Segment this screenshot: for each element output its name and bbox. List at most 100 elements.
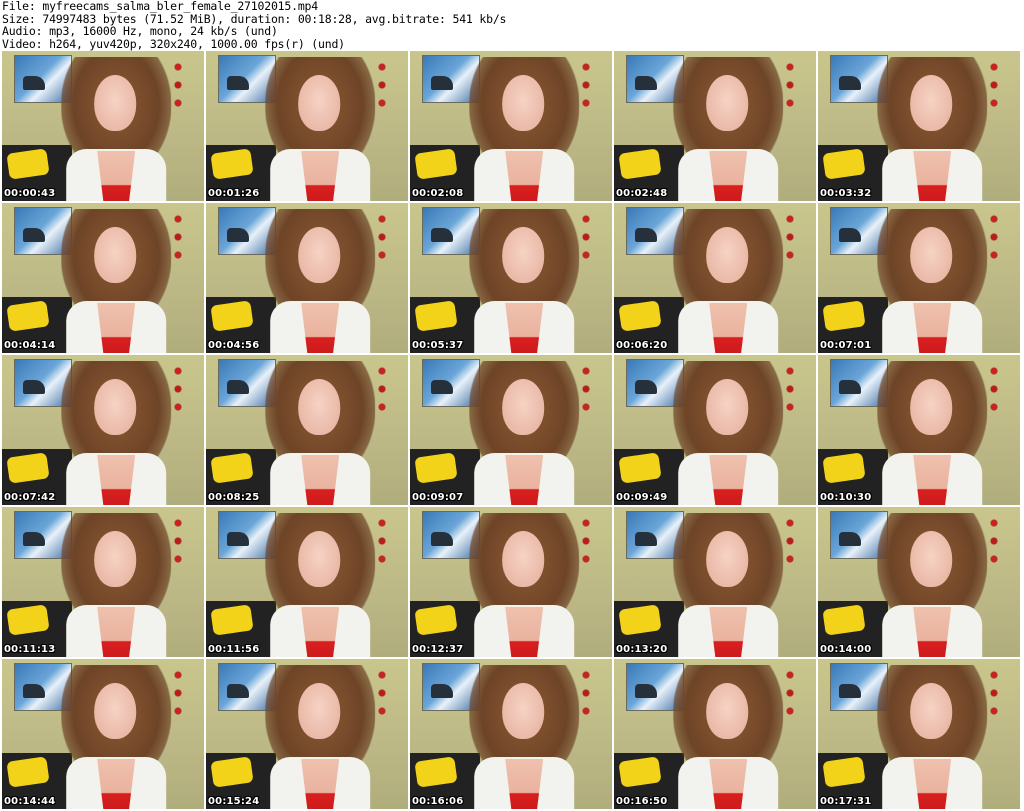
face xyxy=(502,227,545,283)
video-thumbnail[interactable]: 00:08:25 xyxy=(206,355,408,505)
person xyxy=(877,361,988,505)
red-top xyxy=(97,151,136,201)
video-thumbnail[interactable]: 00:02:08 xyxy=(410,51,612,201)
red-top xyxy=(709,607,748,657)
face xyxy=(910,75,953,131)
yellow-pillow xyxy=(618,148,662,180)
face xyxy=(298,531,341,587)
red-plant xyxy=(786,55,794,115)
yellow-pillow xyxy=(618,300,662,332)
person xyxy=(673,361,784,505)
red-plant xyxy=(990,663,998,723)
video-thumbnail[interactable]: 00:00:43 xyxy=(2,51,204,201)
red-top xyxy=(301,607,340,657)
person xyxy=(673,513,784,657)
video-thumbnail[interactable]: 00:16:50 xyxy=(614,659,816,809)
red-top xyxy=(301,151,340,201)
thumbnail-timestamp: 00:04:14 xyxy=(4,340,56,351)
thumbnail-timestamp: 00:16:06 xyxy=(412,796,464,807)
person xyxy=(61,361,172,505)
video-thumbnail[interactable]: 00:14:00 xyxy=(818,507,1020,657)
red-top xyxy=(709,759,748,809)
video-thumbnail[interactable]: 00:17:31 xyxy=(818,659,1020,809)
red-plant xyxy=(990,359,998,419)
red-plant xyxy=(990,511,998,571)
face xyxy=(94,683,137,739)
yellow-pillow xyxy=(414,148,458,180)
person xyxy=(877,57,988,201)
red-top xyxy=(97,455,136,505)
red-plant xyxy=(786,663,794,723)
face xyxy=(910,683,953,739)
video-thumbnail[interactable]: 00:04:14 xyxy=(2,203,204,353)
person xyxy=(61,209,172,353)
video-thumbnail[interactable]: 00:07:42 xyxy=(2,355,204,505)
thumbnail-timestamp: 00:00:43 xyxy=(4,188,56,199)
video-thumbnail[interactable]: 00:11:13 xyxy=(2,507,204,657)
video-thumbnail[interactable]: 00:10:30 xyxy=(818,355,1020,505)
face xyxy=(298,683,341,739)
video-thumbnail[interactable]: 00:11:56 xyxy=(206,507,408,657)
video-thumbnail[interactable]: 00:16:06 xyxy=(410,659,612,809)
yellow-pillow xyxy=(210,604,254,636)
person xyxy=(61,57,172,201)
red-plant xyxy=(378,359,386,419)
face xyxy=(298,75,341,131)
thumbnail-timestamp: 00:12:37 xyxy=(412,644,464,655)
thumbnail-timestamp: 00:06:20 xyxy=(616,340,668,351)
video-thumbnail[interactable]: 00:01:26 xyxy=(206,51,408,201)
yellow-pillow xyxy=(6,148,50,180)
red-plant xyxy=(174,359,182,419)
yellow-pillow xyxy=(6,300,50,332)
person xyxy=(469,209,580,353)
person xyxy=(877,665,988,809)
video-thumbnail[interactable]: 00:03:32 xyxy=(818,51,1020,201)
red-plant xyxy=(378,663,386,723)
yellow-pillow xyxy=(618,604,662,636)
person xyxy=(673,57,784,201)
red-plant xyxy=(582,359,590,419)
person xyxy=(469,57,580,201)
video-thumbnail[interactable]: 00:12:37 xyxy=(410,507,612,657)
person xyxy=(265,513,376,657)
face xyxy=(706,379,749,435)
video-thumbnail[interactable]: 00:14:44 xyxy=(2,659,204,809)
video-thumbnail[interactable]: 00:09:07 xyxy=(410,355,612,505)
red-plant xyxy=(174,55,182,115)
red-top xyxy=(301,759,340,809)
person xyxy=(469,665,580,809)
face xyxy=(94,227,137,283)
video-thumbnail[interactable]: 00:05:37 xyxy=(410,203,612,353)
audio-info-line: Audio: mp3, 16000 Hz, mono, 24 kb/s (und… xyxy=(2,24,278,38)
red-plant xyxy=(786,207,794,267)
person xyxy=(265,665,376,809)
yellow-pillow xyxy=(822,604,866,636)
video-thumbnail[interactable]: 00:09:49 xyxy=(614,355,816,505)
red-plant xyxy=(990,207,998,267)
red-top xyxy=(505,151,544,201)
yellow-pillow xyxy=(414,756,458,788)
thumbnail-timestamp: 00:02:08 xyxy=(412,188,464,199)
red-plant xyxy=(990,55,998,115)
video-thumbnail[interactable]: 00:04:56 xyxy=(206,203,408,353)
red-top xyxy=(913,151,952,201)
thumbnail-timestamp: 00:07:01 xyxy=(820,340,872,351)
video-thumbnail[interactable]: 00:07:01 xyxy=(818,203,1020,353)
red-top xyxy=(97,303,136,353)
face xyxy=(706,531,749,587)
yellow-pillow xyxy=(6,604,50,636)
yellow-pillow xyxy=(210,756,254,788)
video-thumbnail[interactable]: 00:15:24 xyxy=(206,659,408,809)
yellow-pillow xyxy=(822,148,866,180)
yellow-pillow xyxy=(414,300,458,332)
thumbnail-timestamp: 00:01:26 xyxy=(208,188,260,199)
video-thumbnail[interactable]: 00:13:20 xyxy=(614,507,816,657)
video-thumbnail[interactable]: 00:02:48 xyxy=(614,51,816,201)
red-plant xyxy=(582,511,590,571)
yellow-pillow xyxy=(210,452,254,484)
red-top xyxy=(913,607,952,657)
face xyxy=(502,531,545,587)
video-thumbnail[interactable]: 00:06:20 xyxy=(614,203,816,353)
face xyxy=(94,531,137,587)
yellow-pillow xyxy=(822,756,866,788)
